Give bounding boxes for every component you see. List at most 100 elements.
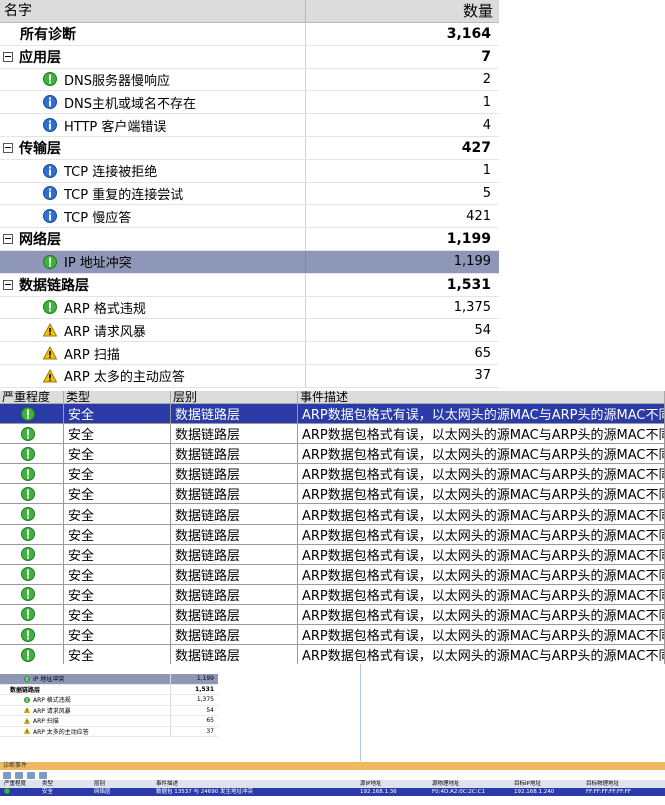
tree-item[interactable]: ARP 太多的主动应答 37 xyxy=(0,364,499,388)
event-row[interactable]: 安全 数据链路层 ARP数据包格式有误，以太网头的源MAC与ARP头的源MAC不同! xyxy=(0,524,665,545)
info-icon xyxy=(43,95,57,110)
event-row[interactable]: 安全 数据链路层 ARP数据包格式有误，以太网头的源MAC与ARP头的源MAC不同! xyxy=(0,604,665,626)
layer-cell: 数据链路层 xyxy=(171,524,298,544)
column-header-layer[interactable]: 层别 xyxy=(171,391,298,403)
tree-group[interactable]: 网络层 1,199 xyxy=(0,228,499,251)
event-row[interactable]: 安全 数据链路层 ARP数据包格式有误，以太网头的源MAC与ARP头的源MAC不同! xyxy=(0,625,665,646)
green-alert-icon xyxy=(24,696,30,703)
event-row[interactable]: 安全 数据链路层 ARP数据包格式有误，以太网头的源MAC与ARP头的源MAC不同! xyxy=(0,464,665,485)
green-alert-icon xyxy=(21,406,35,421)
info-icon xyxy=(43,209,57,224)
mini-toolbar-icon[interactable] xyxy=(3,771,11,779)
column-header-type[interactable]: 类型 xyxy=(64,391,171,403)
tree-item-name-cell: 数据链路层 xyxy=(0,273,306,296)
green-alert-icon xyxy=(24,675,30,682)
mini-col-src-mac[interactable]: 源物理地址 xyxy=(428,780,510,788)
tree-item-count: 54 xyxy=(474,322,491,338)
tree-item[interactable]: TCP 连接被拒绝 1 xyxy=(0,159,499,183)
tree-item[interactable]: IP 地址冲突 1,199 xyxy=(0,250,499,274)
tree-item[interactable]: ARP 扫描 65 xyxy=(0,342,499,365)
tree-item-name-cell: HTTP 客户端错误 xyxy=(0,114,306,136)
mini-col-dst-ip[interactable]: 目标IP地址 xyxy=(510,780,582,788)
mini-tree-item[interactable]: ARP 太多的主动应答 37 xyxy=(0,726,218,737)
event-row[interactable]: 安全 数据链路层 ARP数据包格式有误，以太网头的源MAC与ARP头的源MAC不同! xyxy=(0,504,665,525)
tree-item-name-cell: TCP 连接被拒绝 xyxy=(0,159,306,182)
tree-group[interactable]: 数据链路层 1,531 xyxy=(0,273,499,297)
mini-tree-label: 数据链路层 xyxy=(10,686,41,694)
collapse-toggle-icon[interactable] xyxy=(3,279,13,290)
mini-event-header: 严重程度 类型 层别 事件描述 源IP地址 源物理地址 目标IP地址 目标物理地… xyxy=(0,780,665,788)
tree-item-label: IP 地址冲突 xyxy=(64,256,132,272)
mini-tree: IP 地址冲突 1,199 数据链路层 1,531 ARP 格式违规 1,375 ARP 请… xyxy=(0,674,218,737)
tree-item[interactable]: ARP 格式违规 1,375 xyxy=(0,296,499,320)
mini-tree-item[interactable]: ARP 格式违规 1,375 xyxy=(0,695,218,706)
mini-col-description[interactable]: 事件描述 xyxy=(152,780,356,788)
tree-item-label: 所有诊断 xyxy=(20,26,76,43)
event-row[interactable]: 安全 数据链路层 ARP数据包格式有误，以太网头的源MAC与ARP头的源MAC不同! xyxy=(0,584,665,605)
green-alert-icon xyxy=(21,507,35,522)
event-row[interactable]: 安全 数据链路层 ARP数据包格式有误，以太网头的源MAC与ARP头的源MAC不同! xyxy=(0,544,665,565)
description-cell: ARP数据包格式有误，以太网头的源MAC与ARP头的源MAC不同! xyxy=(298,544,665,564)
warning-icon xyxy=(43,323,57,337)
green-alert-icon xyxy=(21,426,35,441)
tree-group[interactable]: 应用层 7 xyxy=(0,45,499,69)
mini-type-cell: 安全 xyxy=(42,789,54,795)
mini-toolbar-icon[interactable] xyxy=(15,771,23,779)
collapse-toggle-icon[interactable] xyxy=(3,142,13,153)
mini-col-dst-mac[interactable]: 目标物理地址 xyxy=(582,780,665,788)
mini-tree-count: 1,199 xyxy=(196,675,214,682)
green-alert-icon xyxy=(21,547,35,562)
mini-event-row[interactable]: 安全 网络层 数据包 13537 与 24690 发生地址冲突 192.168.… xyxy=(0,788,665,796)
severity-cell xyxy=(0,645,64,665)
event-row[interactable]: 安全 数据链路层 ARP数据包格式有误，以太网头的源MAC与ARP头的源MAC不同! xyxy=(0,645,665,666)
mini-tree-item[interactable]: IP 地址冲突 1,199 xyxy=(0,674,218,685)
tree-item-name-cell: ARP 请求风暴 xyxy=(0,319,306,342)
green-alert-icon xyxy=(21,587,35,602)
column-header-count[interactable]: 数量 xyxy=(306,0,499,22)
event-row[interactable]: 安全 数据链路层 ARP数据包格式有误，以太网头的源MAC与ARP头的源MAC不同! xyxy=(0,444,665,465)
description-cell: ARP数据包格式有误，以太网头的源MAC与ARP头的源MAC不同! xyxy=(298,484,665,504)
severity-cell xyxy=(0,504,64,524)
mini-tree-name-cell: ARP 太多的主动应答 xyxy=(0,726,171,736)
layer-cell: 数据链路层 xyxy=(171,504,298,524)
mini-tree-group[interactable]: 数据链路层 1,531 xyxy=(0,684,218,695)
mini-toolbar-icon[interactable] xyxy=(39,771,47,779)
column-header-name[interactable]: 名字 xyxy=(0,0,306,22)
tree-item[interactable]: ARP 请求风暴 54 xyxy=(0,319,499,343)
mini-tree-item[interactable]: ARP 扫描 65 xyxy=(0,716,218,727)
tree-item[interactable]: TCP 慢应答 421 xyxy=(0,205,499,229)
tree-item-label: ARP 扫描 xyxy=(64,347,120,363)
mini-event-panel: 诊断事件 严重程度 类型 层别 事件描述 源IP地址 源物理地址 目标IP地址 … xyxy=(0,762,665,805)
event-row[interactable]: 安全 数据链路层 ARP数据包格式有误，以太网头的源MAC与ARP头的源MAC不同! xyxy=(0,424,665,445)
tree-item[interactable]: DNS主机或域名不存在 1 xyxy=(0,91,499,115)
event-row[interactable]: 安全 数据链路层 ARP数据包格式有误，以太网头的源MAC与ARP头的源MAC不同! xyxy=(0,484,665,505)
type-cell: 安全 xyxy=(64,564,171,584)
type-cell: 安全 xyxy=(64,584,171,604)
tree-item[interactable]: HTTP 客户端错误 4 xyxy=(0,114,499,137)
collapse-toggle-icon[interactable] xyxy=(3,234,13,245)
description-cell: ARP数据包格式有误，以太网头的源MAC与ARP头的源MAC不同! xyxy=(298,424,665,444)
mini-col-type[interactable]: 类型 xyxy=(38,780,90,788)
event-row[interactable]: 安全 数据链路层 ARP数据包格式有误，以太网头的源MAC与ARP头的源MAC不同! xyxy=(0,564,665,585)
tree-root[interactable]: 所有诊断 3,164 xyxy=(0,23,499,46)
mini-col-severity[interactable]: 严重程度 xyxy=(0,780,38,788)
tree-group[interactable]: 传输层 427 xyxy=(0,136,499,160)
column-header-severity[interactable]: 严重程度 xyxy=(0,391,64,403)
severity-cell xyxy=(0,564,64,584)
warning-icon xyxy=(24,707,30,714)
event-row[interactable]: 安全 数据链路层 ARP数据包格式有误，以太网头的源MAC与ARP头的源MAC不同! xyxy=(0,404,665,425)
tree-item-label: ARP 太多的主动应答 xyxy=(64,370,185,386)
layer-cell: 数据链路层 xyxy=(171,484,298,504)
tree-item[interactable]: TCP 重复的连接尝试 5 xyxy=(0,182,499,206)
mini-col-layer[interactable]: 层别 xyxy=(90,780,152,788)
tree-item[interactable]: DNS服务器慢响应 2 xyxy=(0,68,499,92)
mini-col-src-ip[interactable]: 源IP地址 xyxy=(356,780,428,788)
tree-item-label: TCP 慢应答 xyxy=(64,210,132,226)
collapse-toggle-icon[interactable] xyxy=(3,51,13,62)
mini-toolbar-icon[interactable] xyxy=(27,771,35,779)
layer-cell: 数据链路层 xyxy=(171,584,298,604)
mini-divider xyxy=(360,664,361,761)
mini-tree-count: 1,375 xyxy=(196,696,214,703)
column-header-description[interactable]: 事件描述 xyxy=(298,391,665,403)
mini-tree-item[interactable]: ARP 请求风暴 54 xyxy=(0,705,218,716)
